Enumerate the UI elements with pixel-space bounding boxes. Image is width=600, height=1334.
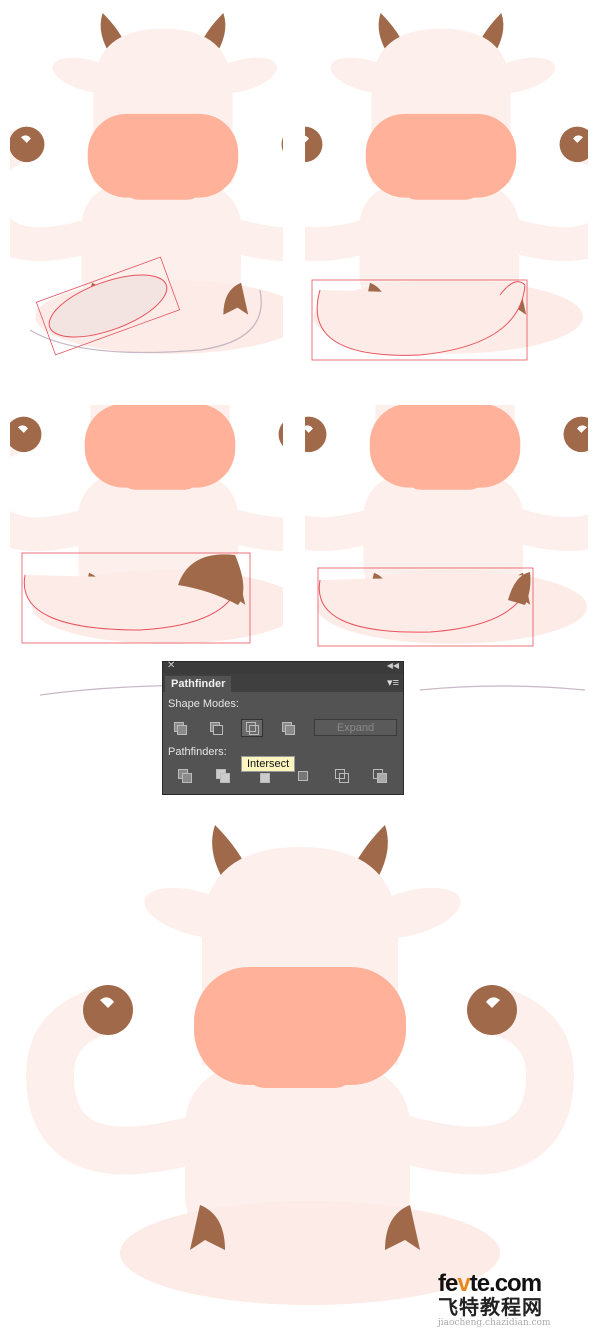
- minus-back-icon: [373, 769, 387, 783]
- trim-button[interactable]: [211, 766, 233, 784]
- tooltip: Intersect: [241, 756, 296, 772]
- intersect-button[interactable]: [241, 719, 263, 737]
- crop-icon: [296, 769, 308, 781]
- divide-button[interactable]: [173, 766, 195, 784]
- divide-icon: [178, 769, 192, 783]
- outline-icon: [335, 769, 349, 783]
- panel-titlebar: ✕ ◀◀: [163, 660, 403, 674]
- panel-menu-icon[interactable]: ▾≡: [387, 676, 399, 689]
- close-icon[interactable]: ✕: [167, 660, 175, 671]
- double-chevron-icon[interactable]: ◀◀: [387, 661, 399, 670]
- step-panel-3: [0, 303, 338, 644]
- final-cow: [50, 825, 550, 1305]
- watermark-brand: fevte.com: [438, 1270, 542, 1297]
- watermark-url: jiaocheng.chazidian.com: [438, 1318, 551, 1328]
- expand-button[interactable]: Expand: [314, 719, 397, 736]
- step-panel-2: [264, 13, 600, 360]
- intersect-icon: [246, 722, 259, 735]
- minus-front-button[interactable]: [205, 719, 227, 737]
- step-panel-1: [0, 13, 341, 355]
- pathfinders-label: Pathfinders:: [168, 746, 227, 758]
- shape-modes-label: Shape Modes:: [168, 698, 239, 710]
- exclude-button[interactable]: [277, 719, 299, 737]
- step-panel-4: [268, 303, 600, 646]
- trim-icon: [216, 769, 230, 783]
- tab-pathfinder[interactable]: Pathfinder: [165, 676, 232, 692]
- minus-back-button[interactable]: [368, 766, 390, 784]
- unite-icon: [174, 722, 187, 735]
- watermark: fevte.com 飞特教程网 jiaocheng.chazidian.com: [438, 1270, 551, 1329]
- watermark-chinese: 飞特教程网: [438, 1295, 543, 1319]
- unite-button[interactable]: [169, 719, 191, 737]
- pathfinder-panel: ✕ ◀◀ Pathfinder ▾≡ Shape Modes: Expand P…: [162, 660, 404, 795]
- exclude-icon: [282, 722, 295, 735]
- outline-button[interactable]: [330, 766, 352, 784]
- minus-front-icon: [210, 722, 223, 735]
